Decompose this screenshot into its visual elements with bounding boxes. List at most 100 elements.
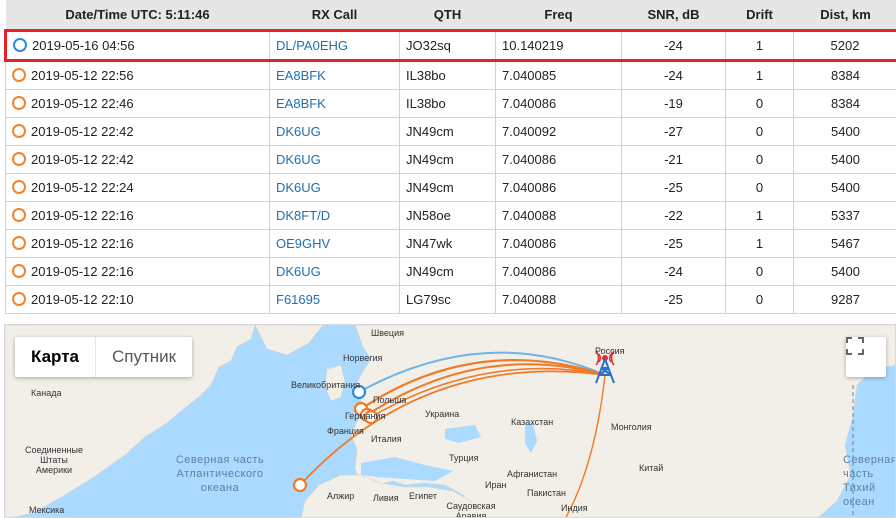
table-row[interactable]: 2019-05-12 22:42 DK6UG JN49cm 7.040092 -…	[5, 117, 896, 146]
row-dist: 9287	[793, 285, 896, 314]
rx-call-link[interactable]: DK6UG	[276, 152, 321, 167]
table-row[interactable]: 2019-05-12 22:24 DK6UG JN49cm 7.040086 -…	[5, 173, 896, 202]
row-freq: 7.040086	[495, 173, 622, 202]
circle-icon	[12, 264, 26, 278]
rx-call-link[interactable]: EA8BFK	[276, 96, 326, 111]
table-row[interactable]: 2019-05-12 22:16 DK6UG JN49cm 7.040086 -…	[5, 257, 896, 286]
row-freq: 7.040086	[495, 145, 622, 174]
label-canada: Канада	[31, 388, 62, 398]
row-qth: JN49cm	[399, 145, 496, 174]
header-dist[interactable]: Dist, km	[793, 0, 896, 31]
label-egypt: Египет	[409, 491, 438, 501]
row-drift: 0	[725, 89, 794, 118]
greenland-land	[254, 325, 324, 356]
label-usa: Соединенные Штаты Америки	[25, 445, 83, 475]
label-sweden: Швеция	[371, 328, 404, 338]
row-freq: 7.040086	[495, 257, 622, 286]
table-row[interactable]: 2019-05-12 22:16 DK8FT/D JN58oe 7.040088…	[5, 201, 896, 230]
table-row[interactable]: 2019-05-12 22:46 EA8BFK IL38bo 7.040086 …	[5, 89, 896, 118]
rx-call-link[interactable]: DK6UG	[276, 180, 321, 195]
label-ukraine: Украина	[425, 409, 460, 419]
row-snr: -19	[621, 89, 726, 118]
label-mongolia: Монголия	[611, 422, 652, 432]
rx-call-link[interactable]: DK6UG	[276, 264, 321, 279]
row-qth: JN49cm	[399, 173, 496, 202]
table-row[interactable]: 2019-05-12 22:56 EA8BFK IL38bo 7.040085 …	[5, 60, 896, 90]
header-snr[interactable]: SNR, dB	[621, 0, 726, 31]
row-snr: -25	[621, 173, 726, 202]
row-freq: 7.040086	[495, 89, 622, 118]
header-qth[interactable]: QTH	[399, 0, 496, 31]
circle-icon	[12, 96, 26, 110]
row-snr: -21	[621, 145, 726, 174]
row-dist: 5337	[793, 201, 896, 230]
row-dist: 8384	[793, 89, 896, 118]
rx-call-link[interactable]: DL/PA0EHG	[276, 38, 348, 53]
marker-orange[interactable]	[292, 477, 308, 493]
label-libya: Ливия	[373, 493, 399, 503]
header-freq[interactable]: Freq	[495, 0, 622, 31]
map-type-satellite-button[interactable]: Спутник	[94, 337, 192, 377]
header-datetime[interactable]: Date/Time UTC: 5:11:46	[5, 0, 270, 31]
label-iran: Иран	[485, 480, 507, 490]
row-drift: 1	[725, 201, 794, 230]
label-india: Индия	[561, 503, 588, 513]
row-drift: 1	[725, 29, 794, 62]
row-freq: 7.040085	[495, 60, 622, 90]
label-norway: Норвегия	[343, 353, 383, 363]
row-drift: 1	[725, 60, 794, 90]
row-dist: 5400	[793, 173, 896, 202]
row-snr: -24	[621, 257, 726, 286]
row-snr: -24	[621, 29, 726, 62]
label-afghanistan: Афганистан	[507, 469, 558, 479]
row-datetime: 2019-05-12 22:16	[31, 264, 134, 279]
fullscreen-icon	[846, 337, 864, 355]
row-datetime: 2019-05-12 22:16	[31, 208, 134, 223]
row-datetime: 2019-05-12 22:42	[31, 124, 134, 139]
row-freq: 7.040086	[495, 229, 622, 258]
circle-icon	[12, 292, 26, 306]
row-datetime: 2019-05-12 22:10	[31, 292, 134, 307]
rx-call-link[interactable]: OE9GHV	[276, 236, 330, 251]
label-pakistan: Пакистан	[527, 488, 566, 498]
row-qth: JO32sq	[399, 29, 496, 62]
label-atlantic-ocean: Северная часть Атлантического океана	[175, 454, 265, 494]
table-row[interactable]: 2019-05-12 22:16 OE9GHV JN47wk 7.040086 …	[5, 229, 896, 258]
row-dist: 5400	[793, 117, 896, 146]
header-rx-call[interactable]: RX Call	[269, 0, 400, 31]
row-dist: 5202	[793, 29, 896, 62]
table-row-selected[interactable]: 2019-05-16 04:56 DL/PA0EHG JO32sq 10.140…	[4, 29, 896, 62]
rx-call-link[interactable]: DK8FT/D	[276, 208, 330, 223]
row-datetime: 2019-05-12 22:46	[31, 96, 134, 111]
rx-call-link[interactable]: DK6UG	[276, 124, 321, 139]
row-dist: 5400	[793, 257, 896, 286]
label-pacific-ocean: Северная часть Тихий океан	[843, 454, 896, 508]
row-drift: 0	[725, 145, 794, 174]
row-qth: JN49cm	[399, 117, 496, 146]
label-germany: Германия	[345, 411, 386, 421]
rx-call-link[interactable]: F61695	[276, 292, 320, 307]
spots-table: Date/Time UTC: 5:11:46 RX Call QTH Freq …	[4, 0, 896, 314]
table-row[interactable]: 2019-05-12 22:10 F61695 LG79sc 7.040088 …	[5, 285, 896, 314]
map-type-map-button[interactable]: Карта	[15, 337, 95, 377]
circle-icon	[12, 152, 26, 166]
map-view[interactable]: Швеция Россия Норвегия Великобритания По…	[4, 324, 896, 518]
fullscreen-button[interactable]	[846, 337, 886, 377]
row-drift: 1	[725, 229, 794, 258]
rx-call-link[interactable]: EA8BFK	[276, 68, 326, 83]
row-datetime: 2019-05-16 04:56	[32, 38, 135, 53]
row-qth: IL38bo	[399, 60, 496, 90]
row-dist: 8384	[793, 60, 896, 90]
header-drift[interactable]: Drift	[725, 0, 794, 31]
row-freq: 10.140219	[495, 29, 622, 62]
row-freq: 7.040088	[495, 201, 622, 230]
row-datetime: 2019-05-12 22:16	[31, 236, 134, 251]
label-france: Франция	[327, 426, 364, 436]
row-datetime: 2019-05-12 22:24	[31, 180, 134, 195]
row-dist: 5467	[793, 229, 896, 258]
circle-icon	[12, 208, 26, 222]
label-mexico: Мексика	[29, 505, 65, 515]
row-qth: JN49cm	[399, 257, 496, 286]
row-freq: 7.040092	[495, 117, 622, 146]
table-row[interactable]: 2019-05-12 22:42 DK6UG JN49cm 7.040086 -…	[5, 145, 896, 174]
